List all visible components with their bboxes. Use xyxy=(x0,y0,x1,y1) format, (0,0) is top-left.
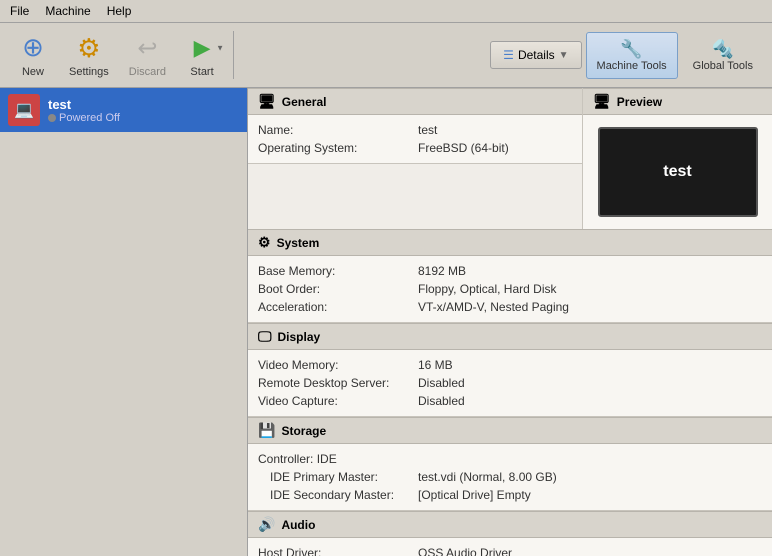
preview-header: 🖥 Preview xyxy=(583,88,772,115)
accel-row: Acceleration: VT-x/AMD-V, Nested Paging xyxy=(258,298,762,316)
general-section: 🖥 General Name: test Operating System: F… xyxy=(248,88,582,229)
memory-value: 8192 MB xyxy=(418,264,466,278)
primary-value: test.vdi (Normal, 8.00 GB) xyxy=(418,470,557,484)
vm-info: test Powered Off xyxy=(48,97,239,124)
vm-icon xyxy=(8,94,40,126)
new-icon xyxy=(17,32,49,64)
vmem-row: Video Memory: 16 MB xyxy=(258,356,762,374)
rds-value: Disabled xyxy=(418,376,465,390)
audio-header: 🔊 Audio xyxy=(248,511,772,538)
rds-label: Remote Desktop Server: xyxy=(258,376,418,390)
controller-row: Controller: IDE xyxy=(258,450,762,468)
os-value: FreeBSD (64-bit) xyxy=(418,141,509,155)
discard-icon xyxy=(137,34,157,63)
display-header: 🖵 Display xyxy=(248,323,772,350)
name-label: Name: xyxy=(258,123,418,137)
vmem-value: 16 MB xyxy=(418,358,453,372)
host-driver-row: Host Driver: OSS Audio Driver xyxy=(258,544,762,556)
capture-value: Disabled xyxy=(418,394,465,408)
boot-row: Boot Order: Floppy, Optical, Hard Disk xyxy=(258,280,762,298)
toolbar: New Settings Discard ▼ Start Details ▼ M… xyxy=(0,23,772,88)
vm-status: Powered Off xyxy=(48,112,239,124)
general-content: Name: test Operating System: FreeBSD (64… xyxy=(248,115,582,164)
start-icon xyxy=(194,35,211,61)
toolbar-right: Details ▼ Machine Tools Global Tools xyxy=(490,32,764,79)
primary-row: IDE Primary Master: test.vdi (Normal, 8.… xyxy=(258,468,762,486)
vm-name: test xyxy=(48,97,239,112)
storage-content: Controller: IDE IDE Primary Master: test… xyxy=(248,444,772,511)
start-button[interactable]: ▼ Start xyxy=(177,27,227,83)
audio-content: Host Driver: OSS Audio Driver Controller… xyxy=(248,538,772,556)
menubar: File Machine Help xyxy=(0,0,772,23)
vmem-label: Video Memory: xyxy=(258,358,418,372)
global-tools-button[interactable]: Global Tools xyxy=(682,32,764,79)
name-value: test xyxy=(418,123,437,137)
toolbar-separator xyxy=(233,31,234,79)
preview-thumbnail: test xyxy=(598,127,758,217)
host-driver-value: OSS Audio Driver xyxy=(418,546,512,556)
boot-label: Boot Order: xyxy=(258,282,418,296)
preview-content: test xyxy=(583,115,772,229)
general-header: 🖥 General xyxy=(248,88,582,115)
display-content: Video Memory: 16 MB Remote Desktop Serve… xyxy=(248,350,772,417)
status-indicator xyxy=(48,114,56,122)
display-icon: 🖵 xyxy=(258,328,272,345)
system-content: Base Memory: 8192 MB Boot Order: Floppy,… xyxy=(248,256,772,323)
preview-section: 🖥 Preview test xyxy=(582,88,772,229)
menu-file[interactable]: File xyxy=(4,2,35,20)
start-dropdown-arrow: ▼ xyxy=(216,44,224,53)
host-driver-label: Host Driver: xyxy=(258,546,418,556)
settings-icon xyxy=(77,33,100,64)
vm-list-item[interactable]: test Powered Off xyxy=(0,88,247,132)
general-icon: 🖥 xyxy=(258,93,276,110)
memory-row: Base Memory: 8192 MB xyxy=(258,262,762,280)
rds-row: Remote Desktop Server: Disabled xyxy=(258,374,762,392)
accel-label: Acceleration: xyxy=(258,300,418,314)
primary-label: IDE Primary Master: xyxy=(258,470,418,484)
machine-tools-button[interactable]: Machine Tools xyxy=(586,32,678,79)
details-button[interactable]: Details ▼ xyxy=(490,41,581,69)
memory-label: Base Memory: xyxy=(258,264,418,278)
settings-button[interactable]: Settings xyxy=(60,27,118,83)
storage-header: 💾 Storage xyxy=(248,417,772,444)
main-content: test Powered Off 🖥 General Name: xyxy=(0,88,772,556)
boot-value: Floppy, Optical, Hard Disk xyxy=(418,282,557,296)
top-area: 🖥 General Name: test Operating System: F… xyxy=(248,88,772,229)
storage-icon: 💾 xyxy=(258,422,275,439)
accel-value: VT-x/AMD-V, Nested Paging xyxy=(418,300,569,314)
controller-label: Controller: IDE xyxy=(258,452,418,466)
menu-machine[interactable]: Machine xyxy=(39,2,96,20)
os-label: Operating System: xyxy=(258,141,418,155)
details-dropdown-arrow: ▼ xyxy=(559,50,569,61)
sidebar: test Powered Off xyxy=(0,88,248,556)
global-tools-icon xyxy=(712,39,734,60)
audio-icon: 🔊 xyxy=(258,516,275,533)
preview-icon: 🖥 xyxy=(593,93,611,110)
os-row: Operating System: FreeBSD (64-bit) xyxy=(258,139,572,157)
new-button[interactable]: New xyxy=(8,27,58,83)
name-row: Name: test xyxy=(258,121,572,139)
system-icon: ⚙ xyxy=(258,234,271,251)
menu-help[interactable]: Help xyxy=(101,2,138,20)
secondary-label: IDE Secondary Master: xyxy=(258,488,418,502)
secondary-value: [Optical Drive] Empty xyxy=(418,488,531,502)
capture-row: Video Capture: Disabled xyxy=(258,392,762,410)
capture-label: Video Capture: xyxy=(258,394,418,408)
machine-tools-icon xyxy=(620,39,642,60)
secondary-row: IDE Secondary Master: [Optical Drive] Em… xyxy=(258,486,762,504)
discard-button[interactable]: Discard xyxy=(120,27,175,83)
system-header: ⚙ System xyxy=(248,229,772,256)
right-panel: 🖥 General Name: test Operating System: F… xyxy=(248,88,772,556)
